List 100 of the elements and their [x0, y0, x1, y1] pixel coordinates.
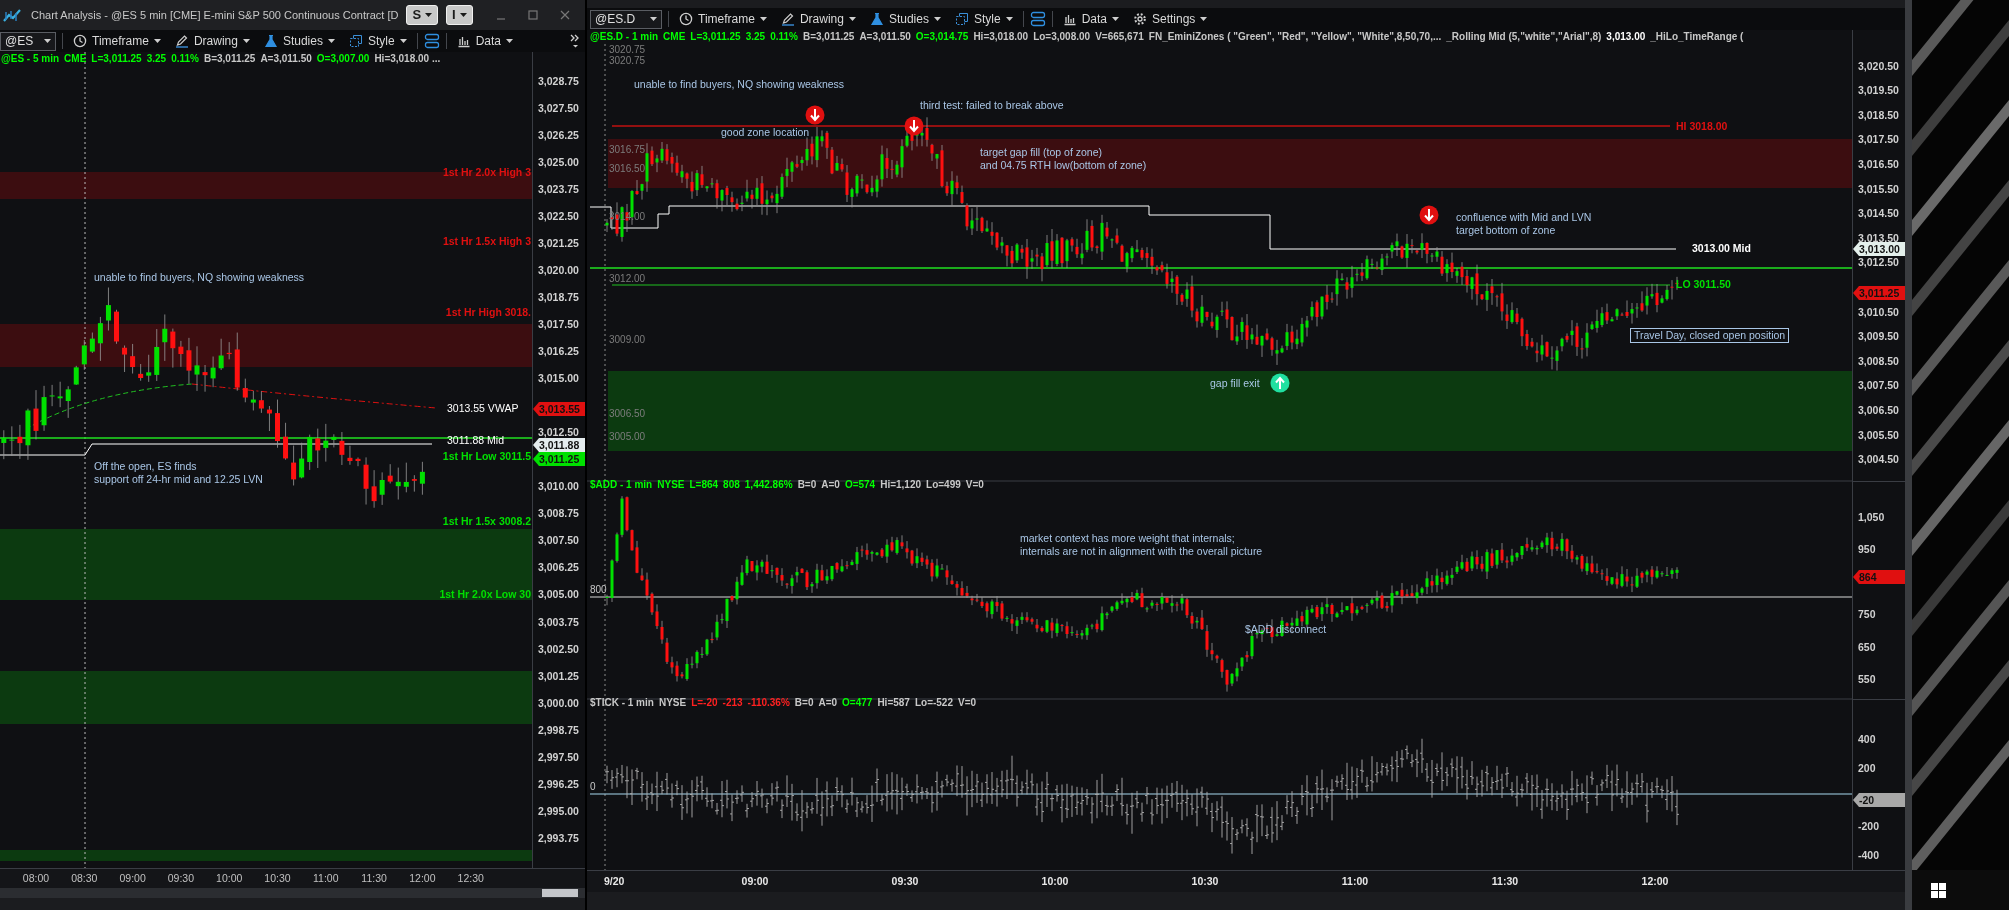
maximize-icon[interactable]: [528, 10, 538, 20]
candle: [258, 390, 264, 414]
axis-label: 3,023.75: [538, 182, 579, 195]
level-label: 1st Hr Low 3011.5: [442, 450, 531, 462]
stacked-panels-icon[interactable]: [1029, 11, 1046, 27]
chevron-icon[interactable]: [569, 33, 581, 49]
candle: [146, 354, 152, 383]
candle: [1, 429, 7, 460]
annotation-text: third test: failed to break above: [920, 99, 1064, 112]
annotation-text: unable to find buyers, NQ showing weakness: [634, 78, 845, 91]
axis-label: 3,018.50: [1858, 108, 1899, 121]
price-label: 3006.50: [609, 408, 646, 420]
time-axis-label: 10:30: [1190, 874, 1220, 889]
info-text: 0.11%: [770, 31, 798, 43]
axis-label: 550: [1858, 673, 1876, 685]
toolbar-button[interactable]: Style: [950, 9, 1017, 29]
line-label: 3013.55 VWAP: [447, 402, 519, 414]
toolbar-button[interactable]: Timeframe: [69, 31, 165, 51]
symbol-dropdown[interactable]: @ES.D: [590, 9, 662, 29]
info-text: A=0: [821, 479, 840, 491]
caret-icon: [848, 17, 856, 21]
toolbar-button[interactable]: Data: [1058, 9, 1123, 29]
annotation-text: Off the open, ES finds support off 24-hr mid and 12.25 LVN: [94, 460, 263, 486]
candle: [65, 385, 71, 419]
title-dropdown-button[interactable]: I: [446, 5, 473, 25]
candle: [299, 442, 305, 479]
level-label: 1st Hr 1.5x High 3: [442, 235, 531, 247]
axis-label: 3,008.75: [538, 507, 579, 520]
info-text: Lo=499: [926, 479, 961, 491]
candle: [363, 457, 369, 505]
axis-label: 3,001.25: [538, 669, 579, 682]
bar-chart-icon: [1062, 12, 1077, 26]
candle: [283, 422, 289, 461]
time-axis-label: 10:30: [263, 871, 292, 886]
axis-label: 3,013.50: [1858, 231, 1899, 244]
toolbar-button[interactable]: Studies: [259, 31, 339, 51]
close-icon[interactable]: [560, 10, 570, 20]
time-axis-label: 12:00: [408, 871, 437, 886]
candle: [154, 328, 160, 382]
axis-label: 2,997.50: [538, 750, 579, 763]
price-tag: 3,011.88: [533, 438, 585, 452]
toolbar-button[interactable]: Drawing: [776, 9, 860, 29]
axis-label: 3,020.50: [1858, 59, 1899, 72]
price-label: 3016.75: [609, 144, 646, 156]
info-text: V=0: [958, 697, 977, 709]
axis-label: 3,007.50: [538, 534, 579, 547]
axis-label: 3,012.50: [1858, 256, 1899, 269]
toolbar-button[interactable]: Timeframe: [675, 9, 771, 29]
axis-label: 3,019.50: [1858, 84, 1899, 97]
info-text: $ADD - 1 min: [590, 479, 653, 491]
caret-icon: [1200, 17, 1208, 21]
toolbar-button[interactable]: Style: [344, 31, 411, 51]
candle: [73, 365, 79, 386]
caret-icon: [506, 39, 513, 43]
axis-label: 3,015.00: [538, 372, 579, 385]
toolbar-button[interactable]: Drawing: [170, 31, 254, 51]
time-axis-label: 09:00: [118, 871, 147, 886]
candle: [266, 405, 272, 432]
info-text: Hi=587: [877, 697, 910, 709]
info-text: 3,013.00: [1606, 31, 1646, 43]
toolbar-button[interactable]: Studies: [865, 9, 945, 29]
candle: [9, 425, 15, 457]
price-label: 3012.00: [609, 273, 646, 285]
clock-icon: [73, 34, 87, 48]
candle: [226, 341, 232, 360]
candle: [275, 399, 280, 449]
info-text: A=3,011.50: [260, 53, 312, 65]
candle: [25, 408, 31, 461]
title-dropdown-button[interactable]: S: [406, 5, 439, 25]
info-text: V=665,671: [1095, 31, 1144, 43]
windows-icon[interactable]: [1931, 882, 1946, 898]
axis-label: 3,004.50: [1858, 453, 1899, 466]
time-axis-label: 09:30: [890, 874, 920, 889]
symbol-dropdown[interactable]: @ES: [0, 31, 56, 51]
axis-label: 3,006.25: [538, 561, 579, 574]
candle: [250, 390, 256, 411]
price-tag: 3,013.00: [1853, 242, 1905, 256]
toolbar-button[interactable]: Data: [452, 31, 517, 51]
clock-icon: [679, 12, 693, 26]
candle: [114, 309, 119, 345]
axis-label: 3,007.50: [1858, 379, 1899, 392]
info-text: -110.36%: [747, 697, 790, 709]
candle: [186, 337, 192, 385]
candle: [234, 332, 240, 392]
candle: [307, 434, 313, 471]
info-text: -213: [722, 697, 743, 709]
info-text: Hi=1,120: [880, 479, 922, 491]
info-text: Hi=3,018.00 ...: [374, 53, 441, 65]
toolbar-button[interactable]: Settings: [1129, 9, 1212, 29]
time-axis-label: 09:30: [166, 871, 196, 886]
axis-label: 200: [1858, 762, 1876, 774]
stacked-panels-icon[interactable]: [423, 33, 440, 49]
candle: [403, 462, 409, 493]
candle: [41, 385, 47, 432]
info-text: L=864: [689, 479, 719, 491]
candle: [97, 316, 103, 362]
info-text: O=3,007.00: [316, 53, 370, 65]
scrollbar-thumb[interactable]: [542, 889, 578, 897]
price-tag: -20: [1853, 793, 1905, 807]
caret-icon: [1112, 17, 1119, 21]
